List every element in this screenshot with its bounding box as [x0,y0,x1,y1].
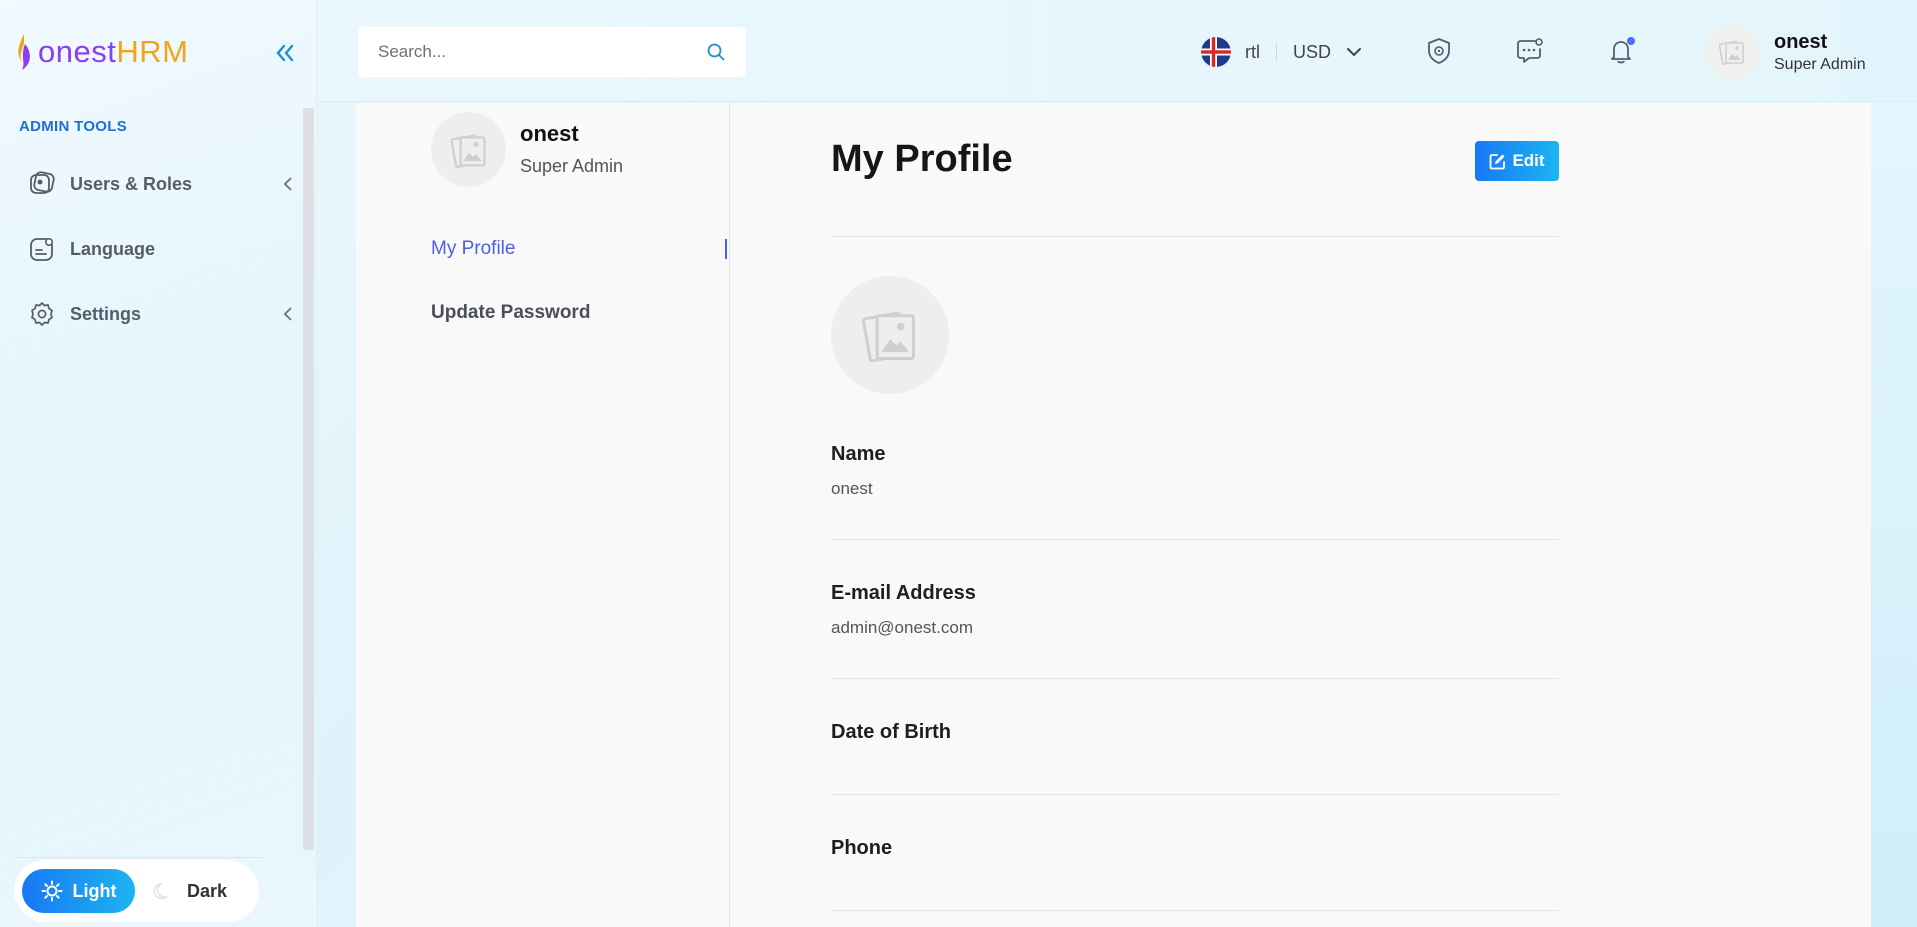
sun-icon [41,880,62,902]
name-label: Name [831,443,886,465]
divider [831,539,1559,540]
profile-role: Super Admin [520,156,624,176]
light-theme-button[interactable]: Light [22,869,135,913]
divider [831,678,1559,679]
name-value: onest [831,479,873,498]
update-password-link[interactable]: Update Password [431,302,590,324]
avatar [431,112,506,187]
profile-name: onest [520,121,579,146]
page-title: My Profile [831,138,1013,180]
currency-selector[interactable]: USD [1293,42,1331,63]
profile-menu: onest Super Admin My Profile Update Pass… [356,103,730,927]
sidebar-item-users-roles[interactable]: Users & Roles [28,164,298,204]
sidebar-item-label: Settings [70,303,142,324]
double-chevron-left-icon [276,44,294,62]
divider [14,857,262,858]
shield-icon [1428,38,1450,64]
email-value: admin@onest.com [831,618,973,637]
gear-icon [28,300,56,328]
iceland-flag-icon [1201,37,1231,67]
profile-avatar [831,276,949,394]
divider [831,236,1559,237]
notification-dot [1627,37,1635,45]
top-header: rtl USD [318,0,1917,102]
chevron-down-icon[interactable] [1345,43,1363,61]
chevron-left-icon [283,177,292,191]
divider [831,910,1559,911]
phone-label: Phone [831,837,893,859]
sidebar: onestHRM ADMIN TOOLS Users & Roles Langu… [0,0,317,927]
shield-button[interactable] [1424,36,1454,66]
user-info: onest Super Admin [1774,31,1866,74]
user-role: Super Admin [1774,55,1866,73]
email-label: E-mail Address [831,582,976,604]
user-menu[interactable]: onest Super Admin [1704,24,1866,80]
language-icon [28,235,56,263]
image-placeholder-icon [1718,40,1744,65]
divider [1276,43,1277,61]
user-name: onest [1774,30,1828,53]
dob-label: Date of Birth [831,721,951,743]
logo[interactable]: onestHRM [14,30,188,74]
main-content: onest Super Admin My Profile Update Pass… [356,103,1871,927]
sidebar-item-label: Users & Roles [70,173,193,194]
image-placeholder-icon [861,311,915,363]
edit-icon [1490,153,1506,169]
divider [831,794,1559,795]
my-profile-link[interactable]: My Profile [431,238,515,260]
active-indicator [725,239,727,259]
section-title-admin-tools: ADMIN TOOLS [19,118,128,135]
flame-logo-icon [18,34,30,70]
page-background-strip [1871,103,1917,927]
search-icon[interactable] [706,42,726,62]
collapse-sidebar-button[interactable] [272,40,298,66]
chevron-left-icon [283,307,292,321]
avatar [1704,24,1760,80]
notifications-button[interactable] [1606,36,1636,66]
light-theme-label: Light [72,880,117,901]
sidebar-item-settings[interactable]: Settings [28,294,298,334]
search-input[interactable] [378,42,706,62]
chat-icon [1517,38,1543,63]
language-code[interactable]: rtl [1245,42,1260,63]
search-box [358,27,746,77]
moon-icon [153,882,168,900]
sidebar-item-label: Language [70,238,156,259]
messages-button[interactable] [1515,36,1545,66]
sidebar-item-language[interactable]: Language [28,229,298,269]
image-placeholder-icon [449,134,486,168]
sidebar-scrollbar[interactable] [303,108,314,850]
logo-text: onestHRM [38,34,189,69]
edit-button[interactable]: Edit [1475,141,1559,181]
edit-label: Edit [1512,151,1545,170]
dark-theme-button[interactable]: Dark [153,881,227,902]
dark-theme-label: Dark [187,880,228,901]
language-currency-switcher[interactable]: rtl USD [1201,36,1363,68]
theme-toggle: Light Dark [14,860,259,922]
users-roles-icon [28,170,56,198]
